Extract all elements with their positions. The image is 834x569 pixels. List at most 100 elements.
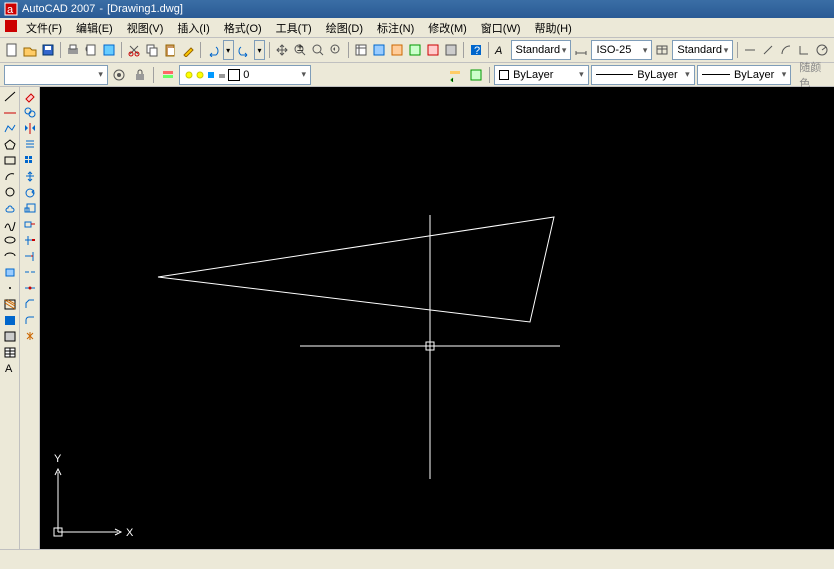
- ws-settings-icon[interactable]: [110, 65, 129, 85]
- redo-dropdown[interactable]: ▾: [254, 40, 265, 60]
- layer-filter[interactable]: [313, 65, 444, 85]
- dim-style-dropdown[interactable]: ISO-25: [591, 40, 652, 60]
- zoom-win-icon[interactable]: [310, 40, 326, 60]
- stretch-icon[interactable]: [21, 217, 39, 232]
- menu-help[interactable]: 帮助(H): [529, 18, 578, 38]
- extend-icon[interactable]: [21, 249, 39, 264]
- separator: [463, 42, 464, 58]
- textstyle-icon[interactable]: A: [493, 40, 509, 60]
- polyline-icon[interactable]: [1, 121, 19, 136]
- separator: [269, 42, 270, 58]
- match-icon[interactable]: [180, 40, 196, 60]
- break-icon[interactable]: [21, 265, 39, 280]
- new-icon[interactable]: [4, 40, 20, 60]
- spline-icon[interactable]: [1, 217, 19, 232]
- layer-prev-icon[interactable]: [446, 65, 465, 85]
- move-icon[interactable]: [21, 169, 39, 184]
- ucs-y-label: Y: [54, 453, 62, 465]
- preview-icon[interactable]: [83, 40, 99, 60]
- copy-obj-icon[interactable]: [21, 105, 39, 120]
- menu-view[interactable]: 视图(V): [121, 18, 170, 38]
- fillet-icon[interactable]: [21, 313, 39, 328]
- text-style-dropdown[interactable]: Standard: [511, 40, 572, 60]
- offset-icon[interactable]: [21, 137, 39, 152]
- hatch-icon[interactable]: [1, 297, 19, 312]
- workspace-dropdown[interactable]: [4, 65, 108, 85]
- print-icon[interactable]: [65, 40, 81, 60]
- arc-icon[interactable]: [1, 169, 19, 184]
- color-dropdown[interactable]: ByLayer: [494, 65, 589, 85]
- dim-rad-icon[interactable]: [814, 40, 830, 60]
- table-style-dropdown[interactable]: Standard: [672, 40, 733, 60]
- table-icon[interactable]: [1, 345, 19, 360]
- rect-icon[interactable]: [1, 153, 19, 168]
- undo-dropdown[interactable]: ▾: [223, 40, 234, 60]
- revcloud-icon[interactable]: [1, 201, 19, 216]
- menu-edit[interactable]: 编辑(E): [70, 18, 119, 38]
- menu-file[interactable]: 文件(F): [20, 18, 68, 38]
- array-icon[interactable]: [21, 153, 39, 168]
- region-icon[interactable]: [1, 329, 19, 344]
- chamfer-icon[interactable]: [21, 297, 39, 312]
- tp-icon[interactable]: [389, 40, 405, 60]
- trim-icon[interactable]: [21, 233, 39, 248]
- dim-arc-icon[interactable]: [778, 40, 794, 60]
- cut-icon[interactable]: [126, 40, 142, 60]
- layer-states-icon[interactable]: [466, 65, 485, 85]
- drawing-canvas[interactable]: Y X: [40, 87, 834, 549]
- menu-insert[interactable]: 插入(I): [171, 18, 215, 38]
- save-icon[interactable]: [40, 40, 56, 60]
- zoom-rt-icon[interactable]: ±: [292, 40, 308, 60]
- gradient-icon[interactable]: [1, 313, 19, 328]
- calc-icon[interactable]: [443, 40, 459, 60]
- dc-icon[interactable]: [371, 40, 387, 60]
- ellipse-icon[interactable]: [1, 233, 19, 248]
- menu-modify[interactable]: 修改(M): [422, 18, 473, 38]
- pan-icon[interactable]: [274, 40, 290, 60]
- block-icon[interactable]: [1, 265, 19, 280]
- dim-ord-icon[interactable]: [796, 40, 812, 60]
- menu-draw[interactable]: 绘图(D): [320, 18, 369, 38]
- circle-icon[interactable]: [1, 185, 19, 200]
- copy-icon[interactable]: [144, 40, 160, 60]
- redo-icon[interactable]: [236, 40, 252, 60]
- doc-separator: -: [99, 3, 103, 15]
- undo-icon[interactable]: [205, 40, 221, 60]
- menu-dim[interactable]: 标注(N): [371, 18, 420, 38]
- dim-linear-icon[interactable]: [742, 40, 758, 60]
- polygon-icon[interactable]: [1, 137, 19, 152]
- props-icon[interactable]: [353, 40, 369, 60]
- cline-icon[interactable]: [1, 105, 19, 120]
- rotate-icon[interactable]: [21, 185, 39, 200]
- markup-icon[interactable]: [425, 40, 441, 60]
- help-icon[interactable]: ?: [468, 40, 484, 60]
- earc-icon[interactable]: [1, 249, 19, 264]
- erase-icon[interactable]: [21, 89, 39, 104]
- zoom-prev-icon[interactable]: [328, 40, 344, 60]
- paste-icon[interactable]: [162, 40, 178, 60]
- line-icon[interactable]: [1, 89, 19, 104]
- point-icon[interactable]: [1, 281, 19, 296]
- open-icon[interactable]: [22, 40, 38, 60]
- window-icon[interactable]: [4, 19, 18, 36]
- layer-dropdown[interactable]: 0: [179, 65, 311, 85]
- tablestyle-icon[interactable]: [654, 40, 670, 60]
- menu-window[interactable]: 窗口(W): [475, 18, 527, 38]
- dimstyle-icon[interactable]: [573, 40, 589, 60]
- linetype-dropdown[interactable]: ByLayer: [591, 65, 695, 85]
- separator: [348, 42, 349, 58]
- ssm-icon[interactable]: [407, 40, 423, 60]
- lock-ui-icon[interactable]: [131, 65, 150, 85]
- publish-icon[interactable]: [101, 40, 117, 60]
- menu-tools[interactable]: 工具(T): [270, 18, 318, 38]
- mirror-icon[interactable]: [21, 121, 39, 136]
- menu-format[interactable]: 格式(O): [218, 18, 268, 38]
- join-icon[interactable]: [21, 281, 39, 296]
- layer-props-icon[interactable]: [158, 65, 177, 85]
- explode-icon[interactable]: [21, 329, 39, 344]
- text-style-value: Standard: [516, 44, 561, 56]
- lineweight-dropdown[interactable]: ByLayer: [697, 65, 792, 85]
- scale-icon[interactable]: [21, 201, 39, 216]
- dim-aligned-icon[interactable]: [760, 40, 776, 60]
- mtext-icon[interactable]: A: [1, 361, 19, 376]
